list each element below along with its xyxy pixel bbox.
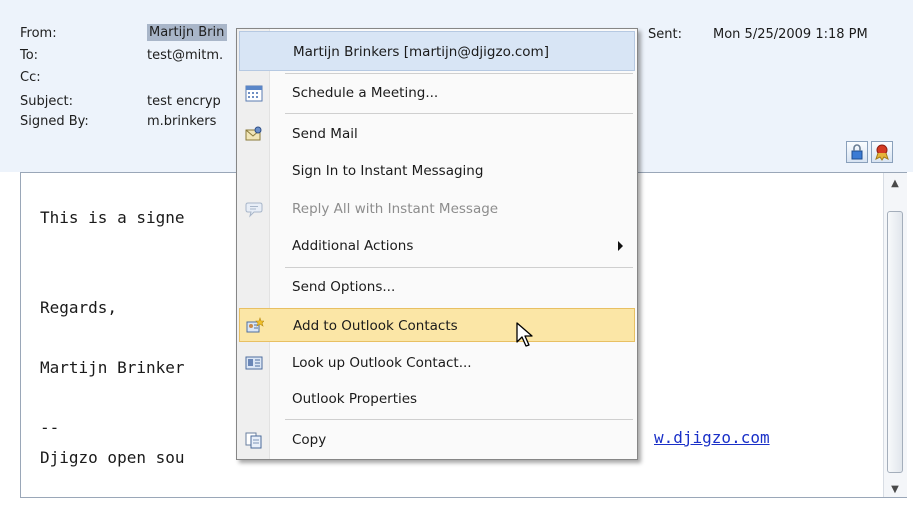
subject-value: test encryp [147,94,221,109]
menu-separator [285,419,633,420]
scroll-thumb[interactable] [887,211,903,473]
cc-label: Cc: [20,70,41,85]
menu-item-label: Send Options... [292,279,396,295]
calendar-icon [245,85,263,102]
copy-icon [245,432,262,449]
message-body-text: This is a signe Regards, Martijn Brinker… [40,203,185,473]
menu-item-send-mail[interactable]: Send Mail [239,117,635,151]
menu-item-label: Add to Outlook Contacts [293,318,458,334]
speech-bubble-icon [245,202,263,218]
menu-item-copy[interactable]: Copy [239,423,635,457]
menu-item-label: Martijn Brinkers [martijn@djigzo.com] [293,44,549,60]
menu-separator [285,73,633,74]
from-name[interactable]: Martijn Brin [147,24,228,41]
from-label: From: [20,26,57,41]
menu-item-label: Send Mail [292,126,358,142]
body-line: Regards, [40,298,118,317]
scroll-up-arrow-icon[interactable]: ▲ [888,178,902,189]
to-label: To: [20,48,39,63]
body-line: This is a signe [40,208,185,227]
menu-item-schedule-meeting[interactable]: Schedule a Meeting... [239,76,635,110]
menu-item-label: Copy [292,432,327,448]
menu-item-contact-name[interactable]: Martijn Brinkers [martijn@djigzo.com] [239,31,635,71]
menu-item-add-to-contacts[interactable]: Add to Outlook Contacts [239,308,635,342]
contact-card-icon [245,356,263,370]
menu-item-label: Look up Outlook Contact... [292,355,472,371]
contact-context-menu: Martijn Brinkers [martijn@djigzo.com] Sc… [236,28,638,460]
mail-envelope-icon [245,126,262,141]
menu-separator [285,267,633,268]
certificate-ribbon-icon[interactable] [871,141,893,163]
padlock-icon-graphic [851,144,863,160]
menu-item-label: Additional Actions [292,238,414,254]
add-contact-icon [246,317,264,333]
body-line: Martijn Brinker [40,358,185,377]
to-value[interactable]: test@mitm. [147,48,223,63]
menu-item-sign-in-im[interactable]: Sign In to Instant Messaging [239,154,635,188]
from-value[interactable]: Martijn Brin [147,24,228,41]
website-link[interactable]: w.djigzo.com [654,428,770,447]
padlock-icon[interactable] [846,141,868,163]
menu-item-outlook-properties[interactable]: Outlook Properties [239,382,635,416]
menu-item-label: Sign In to Instant Messaging [292,163,484,179]
menu-item-lookup-contact[interactable]: Look up Outlook Contact... [239,346,635,380]
certificate-ribbon-graphic [875,144,889,161]
body-line: -- [40,418,60,437]
mouse-pointer-icon [516,322,533,347]
sent-label: Sent: [648,27,682,42]
signed-by-label: Signed By: [20,114,89,129]
menu-item-reply-all-im: Reply All with Instant Message [239,192,635,226]
menu-item-send-options[interactable]: Send Options... [239,270,635,304]
signed-by-value: m.brinkers [147,114,217,129]
sent-value: Mon 5/25/2009 1:18 PM [713,27,868,42]
scroll-down-arrow-icon[interactable]: ▼ [888,484,902,495]
menu-item-additional-actions[interactable]: Additional Actions [239,229,635,263]
menu-item-label: Schedule a Meeting... [292,85,439,101]
submenu-arrow-icon [618,241,623,251]
subject-label: Subject: [20,94,73,109]
menu-item-label: Reply All with Instant Message [292,201,499,217]
menu-item-label: Outlook Properties [292,391,418,407]
menu-separator [285,113,633,114]
body-line: Djigzo open sou [40,448,185,467]
